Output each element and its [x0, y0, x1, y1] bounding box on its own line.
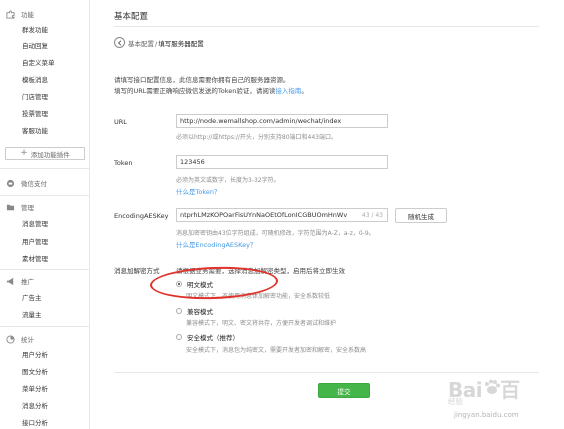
token-hint: 必须为英文或数字，长度为3-32字符。	[176, 177, 280, 184]
main-content: 基本配置 基本配置/填写服务器配置 请填写接口配置信息，此信息需要你拥有自己的服…	[91, 0, 564, 429]
encrypt-mode-label: 消息加解密方式	[114, 267, 160, 275]
sidebar-divider	[0, 195, 90, 196]
sidebar-group-label: 统计	[21, 336, 34, 344]
sidebar-group-promotion[interactable]: 推广	[0, 274, 34, 288]
breadcrumb-parent[interactable]: 基本配置	[128, 40, 154, 48]
radio-label: 明文模式	[187, 281, 213, 289]
radio-label: 兼容模式	[187, 308, 213, 316]
sidebar-item-vote-management[interactable]: 投票管理	[22, 108, 48, 120]
sidebar-divider	[0, 168, 90, 169]
folder-icon	[6, 203, 15, 212]
sidebar-item-api-analysis[interactable]: 接口分析	[22, 417, 48, 429]
plus-icon: +	[20, 148, 28, 158]
chart-icon	[6, 334, 15, 344]
intro-suffix: 。	[301, 87, 308, 95]
compatible-mode-hint: 兼容模式下，明文、密文将共存，方便开发者调试和维护	[186, 320, 337, 327]
sidebar-group-label: 推广	[21, 278, 34, 286]
title-divider	[114, 26, 539, 27]
sidebar-item-custom-menu[interactable]: 自定义菜单	[22, 57, 55, 69]
intro-line-2: 填写的URL需要正确响应微信发送的Token验证，请阅读接入指南。	[114, 85, 308, 95]
sidebar-group-label: 功能	[21, 11, 34, 19]
add-plugin-button[interactable]: + 添加功能插件	[5, 147, 85, 160]
radio-label: 安全模式（推荐）	[187, 334, 239, 342]
sidebar-group-management[interactable]: 管理	[0, 200, 34, 214]
breadcrumb: 基本配置/填写服务器配置	[128, 38, 204, 48]
url-input[interactable]: http://node.wemallshop.com/admin/wechat/…	[176, 114, 388, 128]
sidebar-item-user-management[interactable]: 用户管理	[22, 236, 48, 248]
sidebar-item-message-analysis[interactable]: 消息分析	[22, 400, 48, 412]
url-value: http://node.wemallshop.com/admin/wechat/…	[180, 117, 342, 125]
page-title: 基本配置	[114, 12, 149, 22]
url-label: URL	[114, 118, 127, 126]
aeskey-input[interactable]: ntprhLMzKOPOarFisUYnNaOEtOfLonICGBUOmHnW…	[176, 208, 388, 222]
intro-line-1: 请填写接口配置信息，此信息需要你拥有自己的服务器资源。	[114, 76, 290, 84]
random-generate-button[interactable]: 随机生成	[395, 208, 447, 223]
add-plugin-label: 添加功能插件	[30, 150, 70, 159]
radio-button-checked[interactable]	[176, 281, 182, 287]
sidebar-item-article-analysis[interactable]: 图文分析	[22, 366, 48, 378]
what-is-token-link[interactable]: 什么是Token？	[176, 186, 221, 196]
radio-button[interactable]	[176, 308, 182, 314]
sidebar: 功能 群发功能 自动回复 自定义菜单 模板消息 门店管理 投票管理 客服功能 +…	[0, 0, 90, 429]
radio-secure-mode[interactable]: 安全模式（推荐）	[176, 332, 239, 342]
sidebar-divider	[0, 269, 90, 270]
sidebar-item-traffic-owner[interactable]: 流量主	[22, 309, 42, 321]
sidebar-group-label: 微信支付	[21, 180, 47, 188]
radio-compatible-mode[interactable]: 兼容模式	[176, 306, 213, 316]
sidebar-item-advertiser[interactable]: 广告主	[22, 292, 42, 304]
what-is-aeskey-link[interactable]: 什么是EncodingAESKey？	[176, 239, 256, 249]
sidebar-item-message-management[interactable]: 消息管理	[22, 218, 48, 230]
chevron-left-icon	[117, 39, 121, 46]
sidebar-group-wechat-pay[interactable]: 微信支付	[0, 176, 47, 190]
wallet-icon	[6, 179, 15, 188]
sidebar-item-menu-analysis[interactable]: 菜单分析	[22, 383, 48, 395]
token-label: Token	[114, 159, 133, 167]
radio-button[interactable]	[176, 334, 182, 340]
sidebar-item-store-management[interactable]: 门店管理	[22, 91, 48, 103]
token-value: 123456	[180, 158, 205, 166]
form-footer-divider	[114, 372, 539, 373]
intro-text: 填写的URL需要正确响应微信发送的Token验证，请阅读	[114, 87, 276, 95]
aeskey-hint: 消息加密密钥由43位字符组成，可随机修改，字符范围为A-Z，a-z，0-9。	[176, 230, 375, 237]
sidebar-item-customer-service[interactable]: 客服功能	[22, 125, 48, 137]
sidebar-group-statistics[interactable]: 统计	[0, 332, 34, 346]
sidebar-item-auto-reply[interactable]: 自动回复	[22, 40, 48, 52]
plaintext-mode-hint: 明文模式下，不使用消息体加解密功能，安全系数较低	[186, 293, 331, 300]
aeskey-value: ntprhLMzKOPOarFisUYnNaOEtOfLonICGBUOmHnW…	[180, 211, 348, 219]
submit-button[interactable]: 提交	[318, 383, 370, 398]
megaphone-icon	[6, 277, 15, 286]
access-guide-link[interactable]: 接入指南	[275, 87, 301, 95]
sidebar-group-features[interactable]: 功能	[0, 7, 34, 21]
breadcrumb-current: 填写服务器配置	[158, 40, 204, 48]
aeskey-char-count: 43 / 43	[361, 211, 383, 219]
sidebar-item-user-analysis[interactable]: 用户分析	[22, 349, 48, 361]
token-input[interactable]: 123456	[176, 155, 388, 169]
breadcrumb-separator: /	[155, 40, 158, 48]
url-hint: 必须以http://或https://开头，分别支持80端口和443端口。	[176, 134, 337, 141]
sidebar-item-material-management[interactable]: 素材管理	[22, 253, 48, 265]
sidebar-group-label: 管理	[21, 204, 34, 212]
aeskey-label: EncodingAESKey	[114, 212, 169, 220]
sidebar-item-template-message[interactable]: 模板消息	[22, 74, 48, 86]
encrypt-mode-prompt: 请根据业务需要，选择消息加解密类型，启用后将立即生效	[176, 267, 345, 275]
back-button[interactable]	[114, 37, 125, 48]
sidebar-divider	[0, 326, 90, 327]
puzzle-icon	[6, 9, 15, 19]
radio-plaintext-mode[interactable]: 明文模式	[176, 279, 213, 289]
secure-mode-hint: 安全模式下，消息包为纯密文，需要开发者加密和解密，安全系数高	[186, 347, 367, 354]
sidebar-item-mass-send[interactable]: 群发功能	[22, 24, 48, 36]
